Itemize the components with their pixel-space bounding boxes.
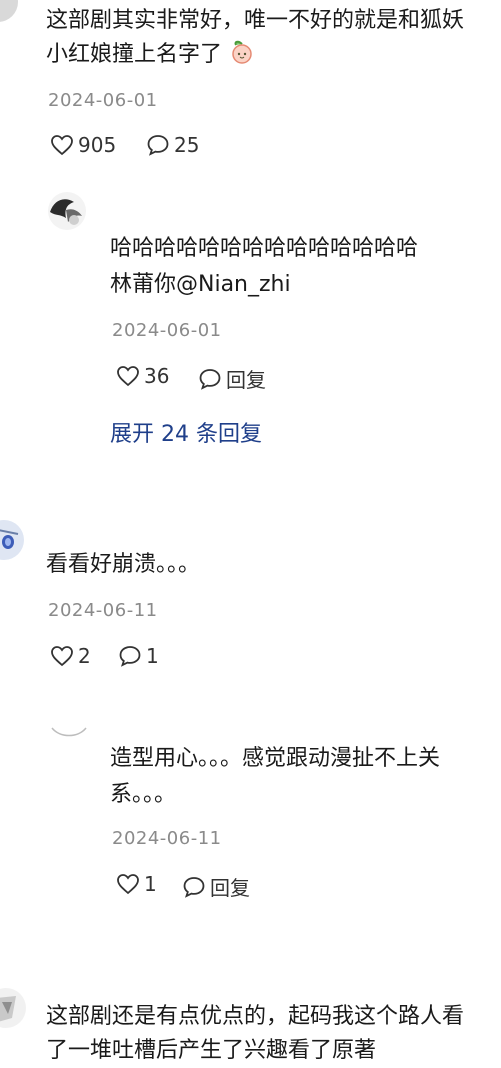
comment-text-line2: 了一堆吐槽后产生了兴趣看了原著 bbox=[46, 1038, 377, 1063]
comment-count: 1 bbox=[146, 644, 159, 668]
comment-text-line2-text: 小红娘撞上名字了 bbox=[46, 42, 223, 67]
comment-count: 25 bbox=[174, 133, 200, 157]
reply-text-line1: 造型用心。。。感觉跟动漫扯不上关 bbox=[110, 746, 441, 771]
like-count: 905 bbox=[78, 133, 117, 157]
comment-date: 2024-06-01 bbox=[48, 90, 158, 111]
reply-avatar[interactable] bbox=[50, 704, 88, 738]
comment-text-line1: 这部剧还是有点优点的，起码我这个路人看 bbox=[46, 1004, 465, 1029]
heart-outline-icon bbox=[117, 874, 139, 895]
like-button[interactable]: 2 bbox=[50, 644, 91, 668]
comment-text-line2: 小红娘撞上名字了 bbox=[46, 38, 255, 76]
reply-button[interactable]: 回复 bbox=[198, 364, 266, 393]
reply-like-count: 36 bbox=[144, 364, 170, 388]
heart-outline-icon bbox=[51, 646, 73, 667]
reply-like-button[interactable]: 36 bbox=[116, 364, 169, 388]
speech-bubble-icon bbox=[119, 646, 141, 667]
reply-like-button[interactable]: 1 bbox=[116, 872, 157, 896]
reply-date: 2024-06-11 bbox=[112, 828, 222, 849]
comment-button[interactable]: 1 bbox=[118, 644, 159, 668]
avatar-partial-top[interactable] bbox=[0, 0, 18, 22]
comment-text-line1: 这部剧其实非常好，唯一不好的就是和狐妖 bbox=[46, 8, 465, 33]
speech-bubble-icon bbox=[147, 135, 169, 156]
reply-text-line2: 林莆你@Nian_zhi bbox=[110, 272, 291, 297]
heart-outline-icon bbox=[117, 366, 139, 387]
comment-button[interactable]: 25 bbox=[146, 133, 199, 157]
like-count: 2 bbox=[78, 644, 91, 668]
reply-text-line1: 哈哈哈哈哈哈哈哈哈哈哈哈哈哈 bbox=[110, 236, 419, 261]
reply-label: 回复 bbox=[226, 368, 266, 392]
comment-text: 看看好崩溃。。。 bbox=[46, 552, 201, 577]
heart-outline-icon bbox=[51, 135, 73, 156]
reply-text-line2: 系。。。 bbox=[110, 782, 177, 807]
expand-replies-link[interactable]: 展开 24 条回复 bbox=[110, 416, 262, 448]
peach-emoji-icon bbox=[229, 39, 255, 76]
reply-avatar[interactable] bbox=[48, 192, 86, 230]
comment-avatar[interactable] bbox=[0, 520, 24, 560]
comment-avatar[interactable] bbox=[0, 988, 26, 1028]
reply-label: 回复 bbox=[210, 876, 250, 900]
reply-button[interactable]: 回复 bbox=[182, 872, 250, 901]
reply-like-count: 1 bbox=[144, 872, 157, 896]
comment-date: 2024-06-11 bbox=[48, 600, 158, 621]
speech-bubble-icon bbox=[183, 876, 205, 898]
like-button[interactable]: 905 bbox=[50, 133, 116, 157]
reply-date: 2024-06-01 bbox=[112, 320, 222, 341]
speech-bubble-icon bbox=[199, 368, 221, 390]
